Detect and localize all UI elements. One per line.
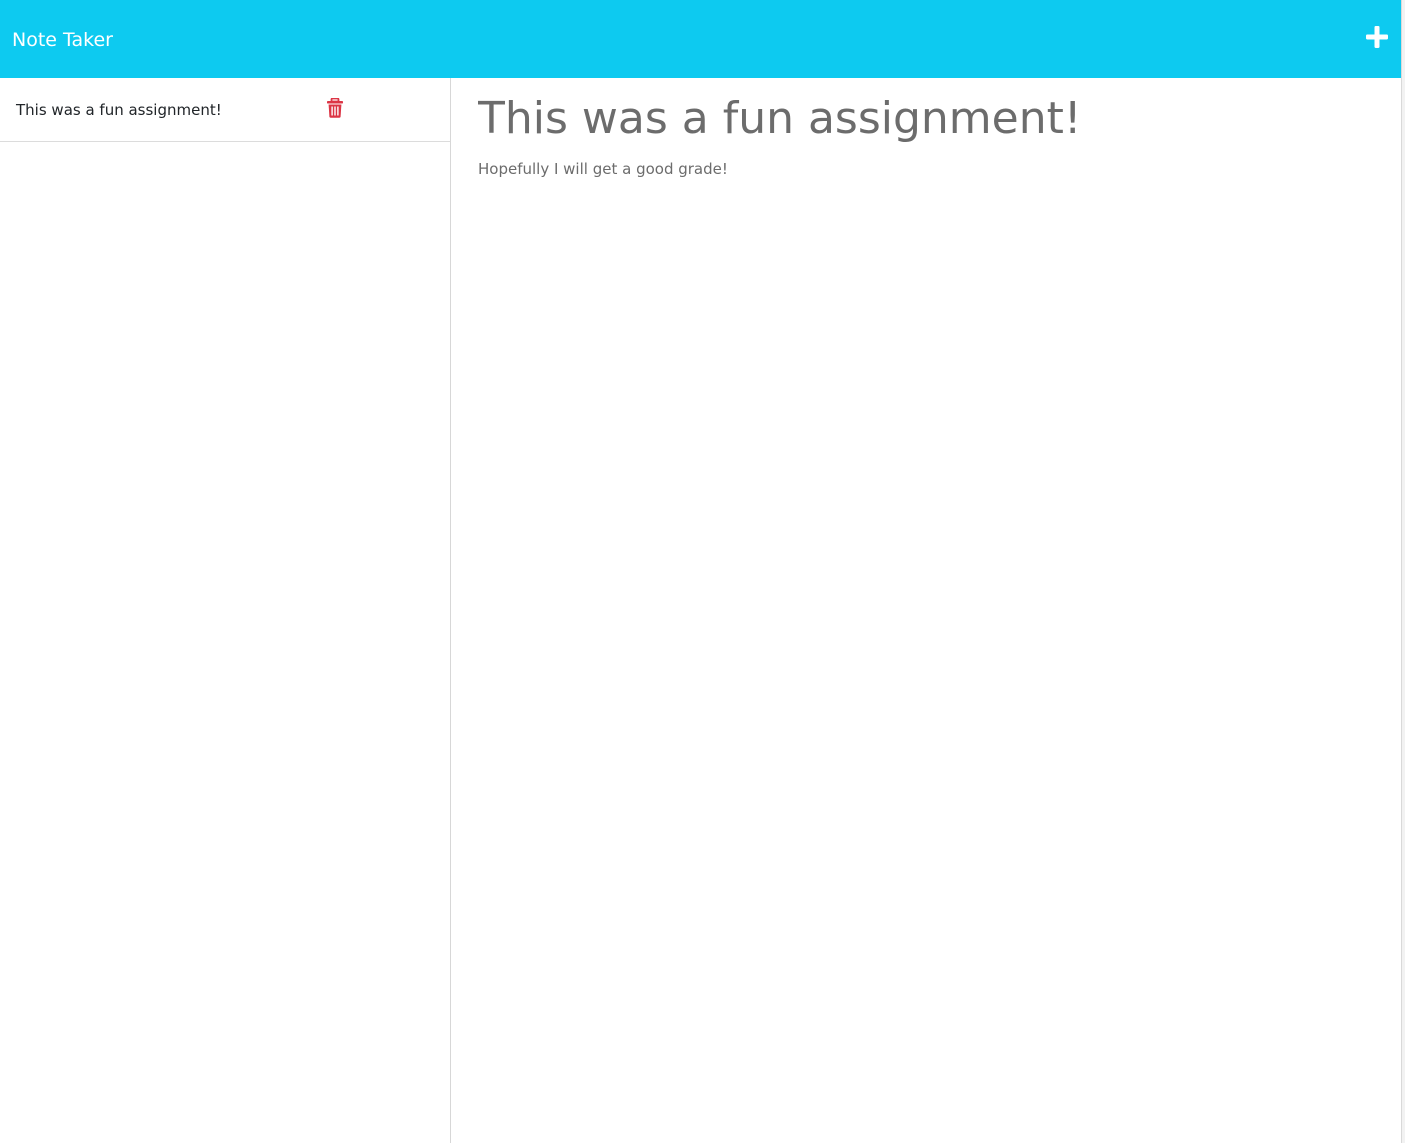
delete-note-button[interactable] — [326, 97, 344, 118]
trash-icon — [327, 97, 343, 118]
new-note-button[interactable] — [1362, 22, 1392, 52]
navbar: Note Taker — [0, 0, 1401, 78]
list-item-title[interactable]: This was a fun assignment! — [16, 100, 222, 120]
plus-icon — [1366, 26, 1388, 48]
window-edge — [1401, 0, 1405, 1143]
list-item[interactable]: This was a fun assignment! — [0, 78, 450, 142]
note-text-area[interactable]: Hopefully I will get a good grade! — [478, 159, 728, 179]
note-list: This was a fun assignment! — [0, 78, 451, 1143]
note-editor: This was a fun assignment! Hopefully I w… — [452, 78, 1401, 1143]
app-title[interactable]: Note Taker — [12, 27, 113, 53]
note-title-input[interactable]: This was a fun assignment! — [478, 90, 1378, 144]
app-root: Note Taker This was a fun assignment! Th… — [0, 0, 1405, 1143]
